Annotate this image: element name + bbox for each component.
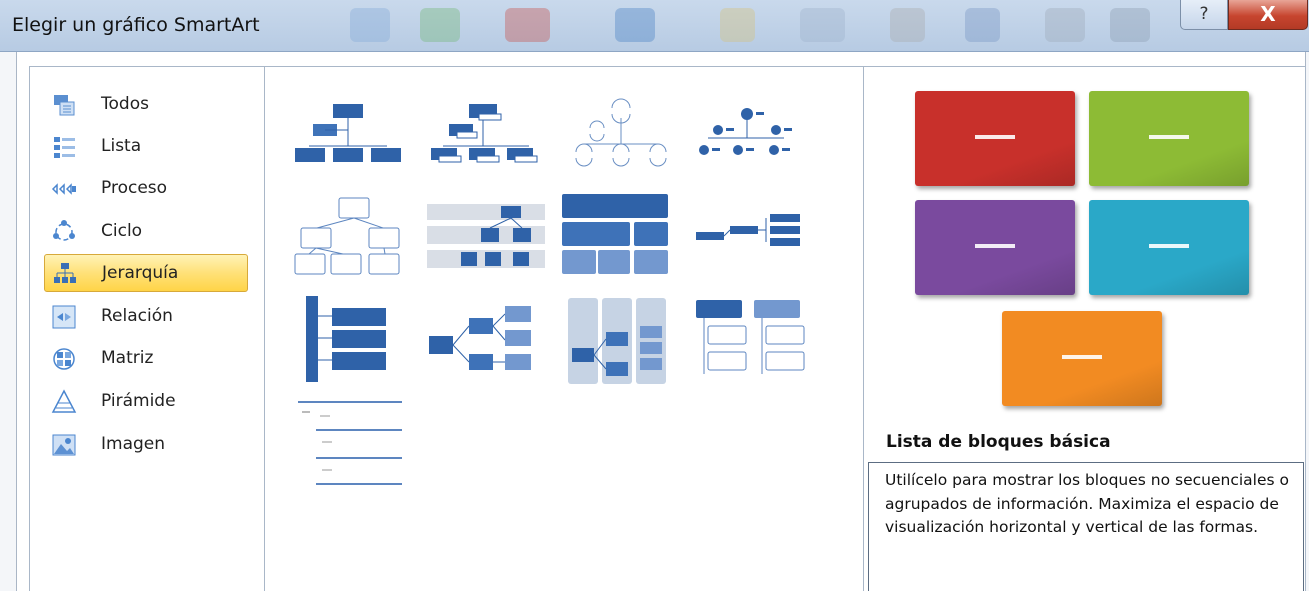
category-item-ciclo[interactable]: Ciclo — [44, 213, 248, 251]
category-label: Imagen — [101, 434, 166, 454]
process-icon — [51, 183, 76, 195]
ribbon-ghost-icon — [965, 8, 1000, 42]
half-circle-org-chart-layout[interactable] — [560, 98, 682, 194]
category-item-todos[interactable]: Todos — [44, 86, 248, 124]
matrix-icon — [53, 348, 75, 370]
cycle-icon — [53, 220, 75, 241]
ribbon-ghost-icon — [890, 8, 925, 42]
horizontal-labeled-hierarchy-layout[interactable] — [560, 296, 682, 392]
preview-block-green — [1089, 91, 1249, 186]
ribbon-ghost-icon — [800, 8, 845, 42]
circle-picture-hierarchy-layout[interactable] — [690, 98, 812, 194]
ribbon-ghost-icon — [505, 8, 550, 42]
category-label: Matriz — [101, 348, 154, 368]
category-label: Proceso — [101, 178, 168, 198]
category-label: Todos — [101, 94, 149, 114]
preview-description: Utilícelo para mostrar los bloques no se… — [885, 471, 1289, 536]
category-item-imagen[interactable]: Imagen — [44, 426, 248, 464]
ribbon-ghost-icon — [350, 8, 390, 42]
category-item-lista[interactable]: Lista — [44, 128, 248, 166]
category-label: Lista — [101, 136, 142, 156]
close-button[interactable]: X — [1228, 0, 1308, 30]
ribbon-ghost-icon — [615, 8, 655, 42]
preview-block-orange — [1002, 311, 1162, 406]
hierarchy-list-layout[interactable] — [690, 294, 812, 390]
dialog-title: Elegir un gráfico SmartArt — [12, 14, 260, 36]
horizontal-multilevel-hierarchy-layout[interactable] — [425, 296, 547, 392]
ribbon-ghost-icon — [420, 8, 460, 42]
ribbon-ghost-icon — [720, 8, 755, 42]
preview-title: Lista de bloques básica — [886, 432, 1111, 452]
preview-block-cyan — [1089, 200, 1249, 295]
hierarchy-layout[interactable] — [287, 188, 409, 284]
category-item-piramide[interactable]: Pirámide — [44, 383, 248, 421]
category-label: Ciclo — [101, 221, 143, 241]
all-layouts-icon — [54, 95, 75, 116]
ribbon-ghost-icon — [1110, 8, 1150, 42]
vertical-bracket-list-layout[interactable] — [300, 292, 422, 388]
list-icon — [54, 137, 75, 158]
pyramid-icon — [51, 389, 77, 413]
relationship-icon — [52, 305, 76, 329]
smartart-dialog: Elegir un gráfico SmartArt ? X Todos Lis… — [0, 0, 1309, 591]
category-item-relacion[interactable]: Relación — [44, 298, 248, 336]
title-bar[interactable]: Elegir un gráfico SmartArt ? X — [0, 0, 1309, 52]
preview-block-red — [915, 91, 1075, 186]
preview-block-purple — [915, 200, 1075, 295]
ribbon-ghost-icon — [1045, 8, 1085, 42]
table-hierarchy-layout[interactable] — [558, 190, 680, 286]
labeled-hierarchy-layout[interactable] — [425, 198, 547, 294]
category-item-jerarquia[interactable]: Jerarquía — [44, 254, 248, 292]
description-box: Utilícelo para mostrar los bloques no se… — [868, 462, 1304, 591]
picture-icon — [52, 434, 76, 456]
category-item-matriz[interactable]: Matriz — [44, 340, 248, 378]
horizontal-hierarchy-layout[interactable] — [690, 196, 812, 292]
hierarchy-icon — [54, 263, 76, 283]
category-item-proceso[interactable]: Proceso — [44, 170, 248, 208]
category-label: Relación — [101, 306, 173, 326]
help-button[interactable]: ? — [1180, 0, 1228, 30]
name-and-title-org-chart-layout[interactable] — [425, 98, 547, 194]
category-label: Pirámide — [101, 391, 176, 411]
lined-list-layout[interactable] — [296, 396, 418, 492]
organization-chart-layout[interactable] — [287, 98, 409, 194]
category-label: Jerarquía — [102, 263, 179, 283]
